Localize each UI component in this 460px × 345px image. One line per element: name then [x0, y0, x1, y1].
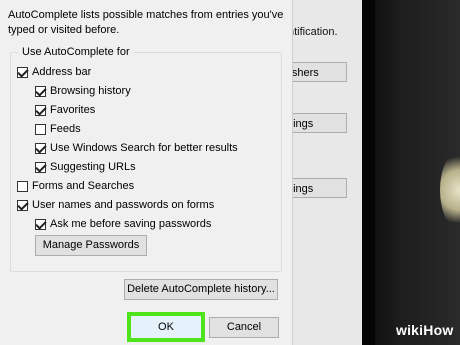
checkbox-forms-searches[interactable]: Forms and Searches	[17, 178, 134, 194]
checkbox-browsing-history-label: Browsing history	[50, 85, 131, 97]
delete-autocomplete-history-button[interactable]: Delete AutoComplete history...	[124, 279, 278, 300]
checkbox-user-names-passwords-label: User names and passwords on forms	[32, 199, 215, 211]
checkbox-forms-searches-label: Forms and Searches	[32, 180, 135, 192]
checkbox-user-names-passwords-box[interactable]	[17, 199, 28, 211]
manage-passwords-button[interactable]: Manage Passwords	[35, 235, 147, 256]
checkbox-browsing-history[interactable]: Browsing history	[35, 83, 131, 99]
autocomplete-settings-dialog: AutoComplete lists possible matches from…	[0, 0, 293, 345]
checkbox-suggesting-urls[interactable]: Suggesting URLs	[35, 159, 136, 175]
checkbox-ask-before-saving-box[interactable]	[35, 218, 46, 230]
checkbox-address-bar[interactable]: Address bar	[17, 64, 91, 80]
certification-text-fragment: ntification.	[288, 26, 338, 38]
checkbox-favorites-box[interactable]	[35, 104, 46, 116]
checkbox-feeds-label: Feeds	[50, 123, 81, 135]
ok-button[interactable]: OK	[127, 312, 205, 342]
checkbox-ask-before-saving-label: Ask me before saving passwords	[50, 218, 212, 230]
wikihow-watermark: wikiHow	[396, 322, 453, 338]
checkbox-favorites[interactable]: Favorites	[35, 102, 95, 118]
checkbox-feeds-box[interactable]	[35, 123, 46, 135]
checkbox-windows-search-label: Use Windows Search for better results	[50, 142, 238, 154]
checkbox-user-names-passwords[interactable]: User names and passwords on forms	[17, 197, 214, 213]
checkbox-windows-search-box[interactable]	[35, 142, 46, 154]
checkbox-feeds[interactable]: Feeds	[35, 121, 81, 137]
checkbox-windows-search[interactable]: Use Windows Search for better results	[35, 140, 238, 156]
checkbox-address-bar-label: Address bar	[32, 66, 92, 78]
checkbox-browsing-history-box[interactable]	[35, 85, 46, 97]
checkbox-forms-searches-box[interactable]	[17, 180, 28, 192]
intro-text: AutoComplete lists possible matches from…	[8, 9, 284, 36]
checkbox-address-bar-box[interactable]	[17, 66, 28, 78]
checkbox-ask-before-saving[interactable]: Ask me before saving passwords	[35, 216, 211, 232]
cancel-button[interactable]: Cancel	[209, 317, 279, 338]
checkbox-favorites-label: Favorites	[50, 104, 96, 116]
checkbox-suggesting-urls-box[interactable]	[35, 161, 46, 173]
wikihow-wiki: wiki	[396, 322, 424, 338]
checkbox-suggesting-urls-label: Suggesting URLs	[50, 161, 136, 173]
wikihow-how: How	[423, 322, 454, 338]
group-title: Use AutoComplete for	[18, 46, 134, 58]
